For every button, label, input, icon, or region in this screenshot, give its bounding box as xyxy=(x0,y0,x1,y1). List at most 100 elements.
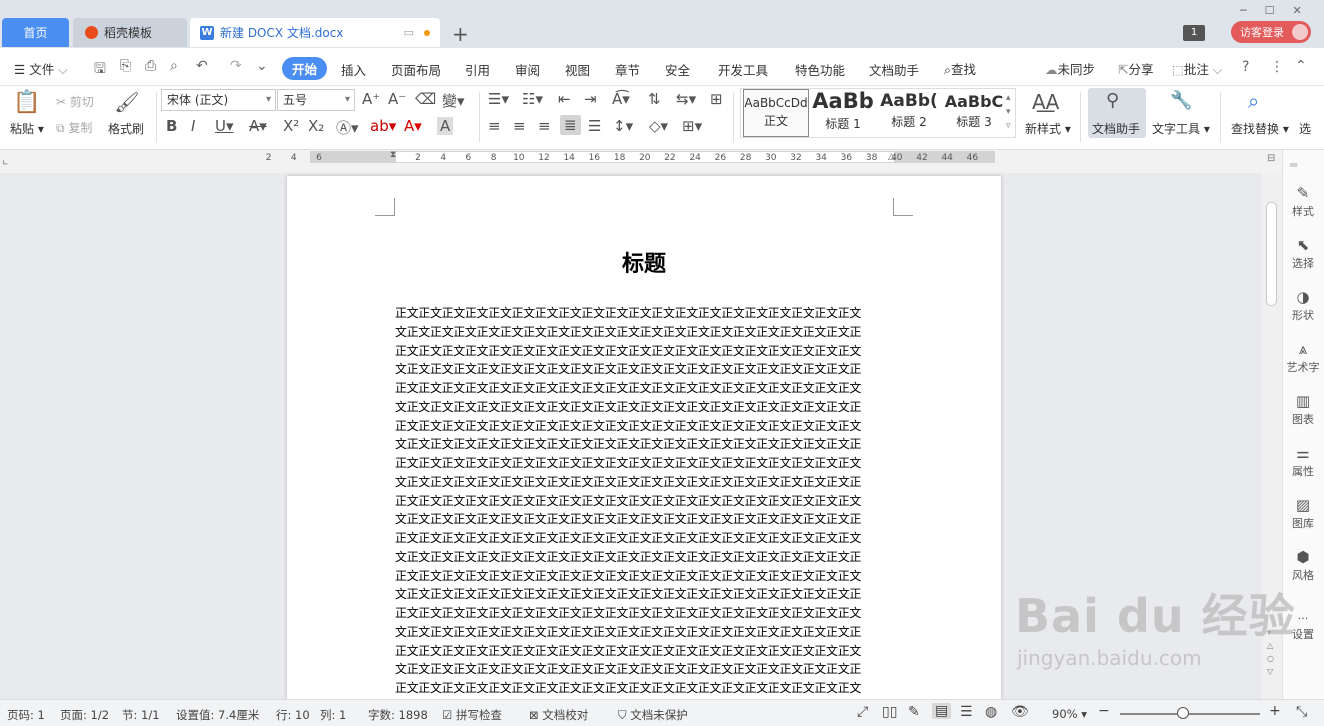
eye-protect-icon[interactable]: 👁 xyxy=(1011,704,1029,720)
ruler-toggle-icon[interactable]: ⊟ xyxy=(1267,153,1275,164)
document-line[interactable]: 文正文正文正文正文正文正文正文正文正文正文正文正文正文正文正文正文正文正文正文正 xyxy=(395,510,895,529)
menu-start[interactable]: 开始 xyxy=(282,57,328,80)
status-section[interactable]: 节: 1/1 xyxy=(122,707,160,723)
print-preview-icon[interactable]: ⌕ xyxy=(170,58,178,74)
sort-icon[interactable]: ⇅ xyxy=(648,90,661,108)
grow-font-icon[interactable]: A⁺ xyxy=(362,90,380,108)
status-words[interactable]: 字数: 1898 xyxy=(368,707,428,723)
status-col[interactable]: 列: 1 xyxy=(320,707,346,723)
zoom-slider[interactable] xyxy=(1120,713,1260,715)
comment-button[interactable]: ⬚批注 ⌵ xyxy=(1172,59,1222,78)
status-setting[interactable]: 设置值: 7.4厘米 xyxy=(176,707,259,723)
document-line[interactable]: 文正文正文正文正文正文正文正文正文正文正文正文正文正文正文正文正文正文正文正文正 xyxy=(395,548,895,567)
page-nav-controls[interactable]: ▾ △ ○ ▽ xyxy=(1267,626,1274,678)
protect-button[interactable]: ⛉ 文档未保护 xyxy=(618,707,688,723)
document-line[interactable]: 文正文正文正文正文正文正文正文正文正文正文正文正文正文正文正文正文正文正文正文正 xyxy=(395,323,895,342)
wrench-icon[interactable]: 🔧 xyxy=(1170,90,1192,111)
menu-chapter[interactable]: 章节 xyxy=(615,60,640,79)
style-heading-1[interactable]: AaBb 标题 1 xyxy=(810,89,876,137)
subscript-icon[interactable]: X₂ xyxy=(308,117,324,135)
strikethrough-icon[interactable]: A▾ xyxy=(249,117,267,135)
document-line[interactable]: 正文正文正文正文正文正文正文正文正文正文正文正文正文正文正文正文正文正文正文正文 xyxy=(395,604,895,623)
write-mode-icon[interactable]: ✎ xyxy=(908,704,920,720)
new-style-button[interactable]: 新样式 ▾ xyxy=(1025,120,1071,137)
side-theme[interactable]: ⬢ 风格 xyxy=(1282,548,1324,583)
text-effect-icon[interactable]: Ⓐ▾ xyxy=(336,117,359,138)
zoom-in-icon[interactable]: + xyxy=(1269,703,1281,719)
login-button[interactable]: 访客登录 xyxy=(1231,21,1311,43)
decrease-indent-icon[interactable]: ⇤ xyxy=(558,90,571,108)
side-gallery[interactable]: ▨ 图库 xyxy=(1282,496,1324,531)
document-line[interactable]: 正文正文正文正文正文正文正文正文正文正文正文正文正文正文正文正文正文正文正文正文 xyxy=(395,679,895,698)
document-line[interactable]: 文正文正文正文正文正文正文正文正文正文正文正文正文正文正文正文正文正文正文正文正 xyxy=(395,435,895,454)
fit-page-icon[interactable]: ⤡ xyxy=(1296,704,1307,720)
cut-button[interactable]: ✂ 剪切 xyxy=(56,93,94,110)
share-button[interactable]: ⇱分享 xyxy=(1118,59,1154,78)
tab-home[interactable]: 首页 xyxy=(2,18,69,47)
document-line[interactable]: 文正文正文正文正文正文正文正文正文正文正文正文正文正文正文正文正文正文正文正文正 xyxy=(395,473,895,492)
bold-icon[interactable]: B xyxy=(166,117,177,135)
highlight-icon[interactable]: ab▾ xyxy=(370,117,396,135)
menu-doc-assistant[interactable]: 文档助手 xyxy=(869,60,919,79)
italic-icon[interactable]: I xyxy=(191,117,195,135)
document-line[interactable]: 正文正文正文正文正文正文正文正文正文正文正文正文正文正文正文正文正文正文正文正文 xyxy=(395,417,895,436)
justify-icon[interactable]: ≣ xyxy=(560,115,581,135)
new-style-icon[interactable]: A͟A xyxy=(1032,90,1059,114)
document-line[interactable]: 文正文正文正文正文正文正文正文正文正文正文正文正文正文正文正文正文正文正文正文正 xyxy=(395,360,895,379)
document-line[interactable]: 正文正文正文正文正文正文正文正文正文正文正文正文正文正文正文正文正文正文正文正文 xyxy=(395,529,895,548)
minimize-icon[interactable]: ─ xyxy=(1240,4,1247,17)
sync-button[interactable]: ☁未同步 xyxy=(1045,59,1095,78)
menu-features[interactable]: 特色功能 xyxy=(795,60,845,79)
format-painter-button[interactable]: 格式刷 xyxy=(108,120,144,137)
style-heading-3[interactable]: AaBbC 标题 3 xyxy=(941,89,1007,137)
outline-view-icon[interactable]: ☰ xyxy=(960,704,973,720)
print-icon[interactable]: ⎙ xyxy=(145,58,156,74)
indent-marker-icon[interactable]: ⧗ xyxy=(390,150,396,160)
zoom-slider-knob[interactable] xyxy=(1177,707,1189,719)
zoom-out-icon[interactable]: − xyxy=(1098,703,1110,719)
document-line[interactable]: 文正文正文正文正文正文正文正文正文正文正文正文正文正文正文正文正文正文正文正文正 xyxy=(395,623,895,642)
paste-button[interactable]: 粘贴 ▾ xyxy=(10,120,44,137)
customize-quickbar-icon[interactable]: ⌄ xyxy=(256,58,268,74)
style-gallery-scroll[interactable]: ▴ ▾ ▿ xyxy=(1006,91,1011,133)
save-icon[interactable]: 🖫 xyxy=(94,58,106,82)
side-panel-handle-icon[interactable]: ═ xyxy=(1290,158,1297,172)
format-painter-icon[interactable]: 🖌 xyxy=(112,90,142,114)
menu-references[interactable]: 引用 xyxy=(465,60,490,79)
document-line[interactable]: 正文正文正文正文正文正文正文正文正文正文正文正文正文正文正文正文正文正文正文正文 xyxy=(395,642,895,661)
document-line[interactable]: 正文正文正文正文正文正文正文正文正文正文正文正文正文正文正文正文正文正文正文正文 xyxy=(395,454,895,473)
side-wordart[interactable]: ⩓ 艺术字 xyxy=(1282,340,1324,375)
table-icon[interactable]: ⊞ xyxy=(710,90,723,108)
select-button[interactable]: 选 xyxy=(1299,120,1311,137)
new-tab-button[interactable]: + xyxy=(452,22,469,46)
document-line[interactable]: 文正文正文正文正文正文正文正文正文正文正文正文正文正文正文正文正文正文正文正文正 xyxy=(395,585,895,604)
increase-indent-icon[interactable]: ⇥ xyxy=(584,90,597,108)
side-chart[interactable]: ▥ 图表 xyxy=(1282,392,1324,427)
menu-page-layout[interactable]: 页面布局 xyxy=(391,60,441,79)
font-color-icon[interactable]: A▾ xyxy=(404,117,422,135)
menu-developer[interactable]: 开发工具 xyxy=(718,60,768,79)
shrink-font-icon[interactable]: A⁻ xyxy=(388,90,406,108)
more-icon[interactable]: ⋮ xyxy=(1270,59,1284,75)
bullet-list-icon[interactable]: ☰▾ xyxy=(488,90,509,108)
document-line[interactable]: 文正文正文正文正文正文正文正文正文正文正文正文正文正文正文正文正文正文正文正文正 xyxy=(395,398,895,417)
document-line[interactable]: 正文正文正文正文正文正文正文正文正文正文正文正文正文正文正文正文正文正文正文正文 xyxy=(395,567,895,586)
reading-mode-icon[interactable]: ▯▯ xyxy=(882,704,897,720)
document-line[interactable]: 正文正文正文正文正文正文正文正文正文正文正文正文正文正文正文正文正文正文正文正文 xyxy=(395,304,895,323)
font-size-select[interactable]: 五号 xyxy=(277,89,355,111)
scrollbar-thumb[interactable] xyxy=(1266,202,1277,306)
document-body[interactable]: 正文正文正文正文正文正文正文正文正文正文正文正文正文正文正文正文正文正文正文正文… xyxy=(395,304,895,698)
document-line[interactable]: 正文正文正文正文正文正文正文正文正文正文正文正文正文正文正文正文正文正文正文正文 xyxy=(395,492,895,511)
tab-stop-icon[interactable]: ∟ xyxy=(2,158,9,167)
status-page-code[interactable]: 页码: 1 xyxy=(7,707,45,723)
align-center-icon[interactable]: ≡ xyxy=(513,117,526,135)
menu-find[interactable]: ⌕查找 xyxy=(944,59,976,78)
tab-document[interactable]: W 新建 DOCX 文档.docx ▭ xyxy=(190,18,440,47)
shading-icon[interactable]: ◇▾ xyxy=(649,117,668,135)
tab-monitor-icon[interactable]: ▭ xyxy=(404,26,414,39)
menu-view[interactable]: 视图 xyxy=(565,60,590,79)
close-icon[interactable]: ✕ xyxy=(1293,4,1302,17)
side-select[interactable]: ⬉ 选择 xyxy=(1282,236,1324,271)
collapse-ribbon-icon[interactable]: ⌃ xyxy=(1295,58,1307,74)
status-page[interactable]: 页面: 1/2 xyxy=(60,707,109,723)
